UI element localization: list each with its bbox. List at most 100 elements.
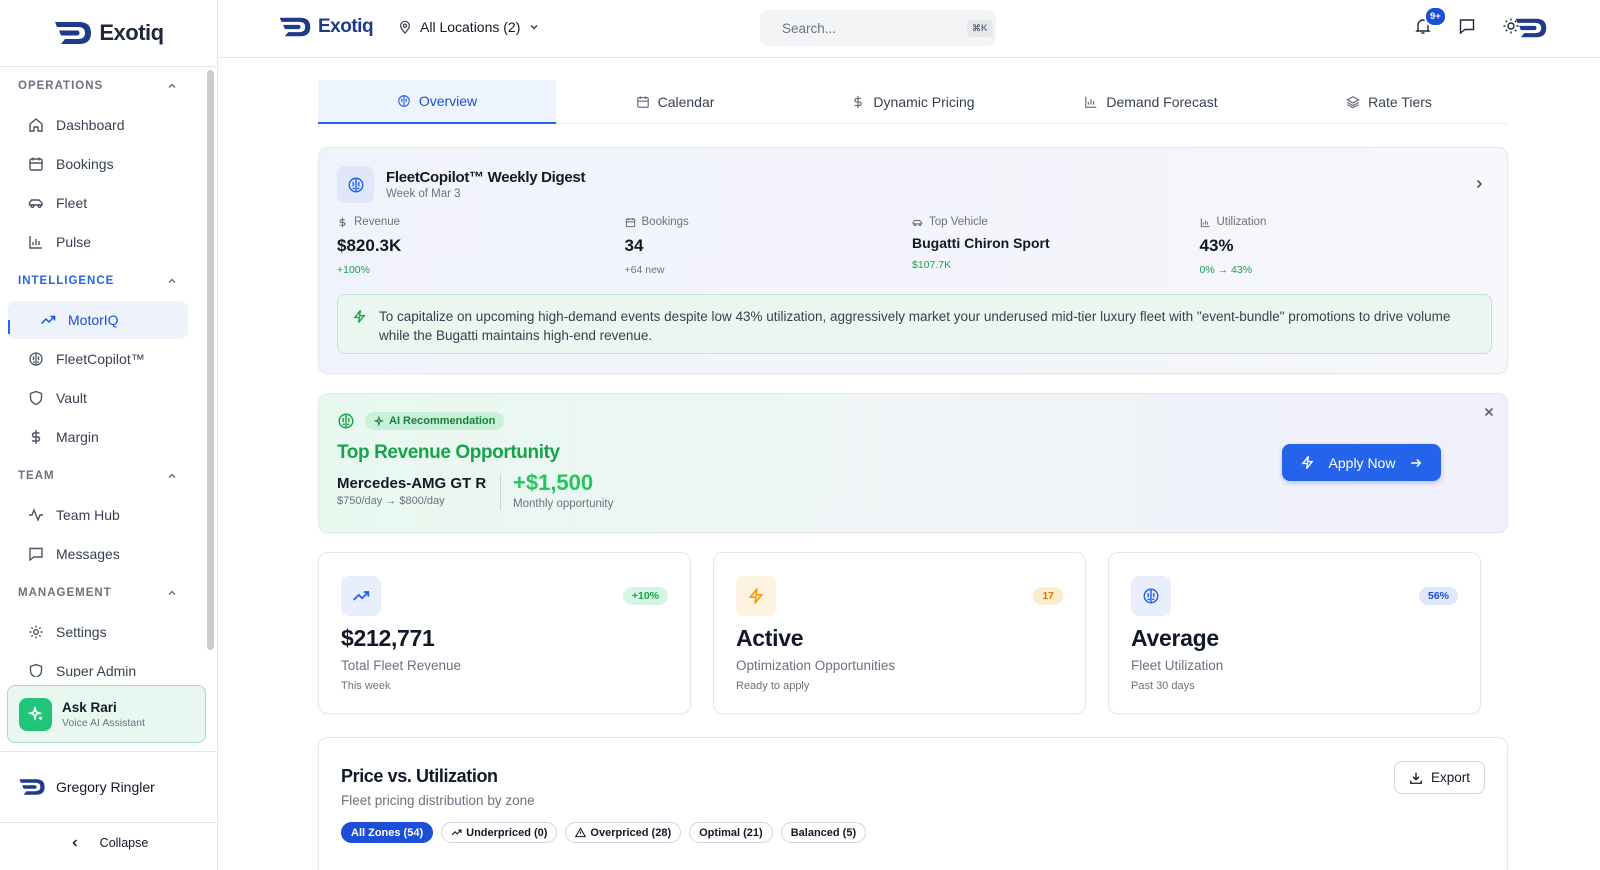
- collapse-button[interactable]: Collapse: [0, 836, 218, 850]
- tab-dynamic-pricing[interactable]: Dynamic Pricing: [794, 80, 1032, 124]
- tab-label: Calendar: [657, 94, 715, 110]
- section-team[interactable]: TEAM: [0, 457, 218, 495]
- export-button[interactable]: Export: [1394, 761, 1485, 794]
- sidebar-item-bookings[interactable]: Bookings: [8, 145, 188, 183]
- user-name: Gregory Ringler: [56, 779, 155, 795]
- exotiq-logo-icon: [1515, 18, 1547, 38]
- sidebar-item-fleet[interactable]: Fleet: [8, 184, 188, 222]
- sidebar-item-motoriq[interactable]: MotorIQ: [8, 301, 188, 339]
- brand-name: Exotiq: [318, 16, 374, 37]
- assistant-title: Ask Rari: [62, 699, 117, 715]
- section-subtitle: Fleet pricing distribution by zone: [341, 793, 535, 808]
- reco-vehicle: Mercedes-AMG GT R $750/day → $800/day: [337, 475, 486, 507]
- warning-icon: [575, 827, 587, 838]
- sidebar-logo[interactable]: Exotiq: [0, 0, 217, 67]
- zap-icon: [353, 309, 366, 324]
- sidebar-item-fleetcopilot[interactable]: FleetCopilot™: [8, 340, 188, 378]
- sparkle-icon: [19, 697, 52, 731]
- sidebar-item-vault[interactable]: Vault: [8, 379, 188, 417]
- search-bar[interactable]: ⌘K: [760, 10, 996, 46]
- sidebar-item-label: Team Hub: [56, 507, 120, 523]
- gear-icon: [29, 625, 43, 639]
- filter-optimal[interactable]: Optimal (21): [689, 822, 773, 843]
- user-profile[interactable]: Gregory Ringler: [0, 751, 218, 823]
- badge-label: AI Recommendation: [389, 415, 496, 427]
- reco-header: AI Recommendation: [337, 412, 505, 430]
- tab-calendar[interactable]: Calendar: [556, 80, 794, 124]
- sidebar-item-settings[interactable]: Settings: [8, 613, 188, 651]
- trending-up-icon: [341, 576, 381, 616]
- section-label: TEAM: [18, 470, 55, 482]
- sidebar-item-margin[interactable]: Margin: [8, 418, 188, 456]
- filter-balanced[interactable]: Balanced (5): [780, 822, 867, 843]
- user-avatar-button[interactable]: [1514, 17, 1548, 39]
- ask-rari-button[interactable]: Ask Rari Voice AI Assistant: [7, 685, 206, 743]
- filter-all-zones[interactable]: All Zones (54): [341, 822, 434, 843]
- stat-label: Utilization: [1200, 216, 1488, 228]
- sidebar-item-label: Fleet: [56, 195, 88, 211]
- user-avatar-icon: [19, 779, 45, 795]
- tab-label: Rate Tiers: [1368, 94, 1432, 110]
- filter-overpriced[interactable]: Overpriced (28): [565, 822, 682, 843]
- tab-demand-forecast[interactable]: Demand Forecast: [1032, 80, 1270, 124]
- stat-note: $107.7K: [912, 259, 952, 271]
- button-label: Apply Now: [1328, 454, 1396, 471]
- chip-label: Overpriced (28): [590, 826, 672, 839]
- search-input[interactable]: [782, 20, 959, 36]
- dollar-icon: [31, 430, 41, 444]
- home-icon: [29, 118, 43, 132]
- tab-overview[interactable]: Overview: [318, 80, 556, 124]
- sidebar-item-super-admin[interactable]: Super Admin: [8, 652, 188, 677]
- notifications-button[interactable]: 9+: [1414, 6, 1447, 35]
- stat-top-vehicle: Top Vehicle Bugatti Chiron Sport $107.7K: [912, 216, 1200, 276]
- sidebar-scrollbar[interactable]: [207, 70, 214, 650]
- opportunity-amount: +$1,500: [513, 470, 594, 495]
- kpi-value: $212,771: [341, 625, 435, 651]
- sidebar-item-label: Pulse: [56, 234, 92, 250]
- tab-rate-tiers[interactable]: Rate Tiers: [1270, 80, 1508, 124]
- chip-label: Underpriced (0): [466, 826, 548, 839]
- close-icon[interactable]: [1483, 406, 1495, 418]
- stat-bookings: Bookings 34 +64 new: [625, 216, 913, 276]
- stat-note: 0% → 43%: [1199, 264, 1253, 276]
- collapse-label: Collapse: [99, 836, 149, 850]
- message-icon[interactable]: [1458, 17, 1476, 35]
- sidebar-item-messages[interactable]: Messages: [8, 535, 188, 573]
- sidebar-item-team-hub[interactable]: Team Hub: [8, 496, 188, 534]
- section-operations[interactable]: OPERATIONS: [0, 67, 218, 105]
- stat-note: +100%: [337, 264, 370, 276]
- kpi-card-utilization: 56% Average Fleet Utilization Past 30 da…: [1108, 552, 1481, 714]
- weekly-digest-card[interactable]: FleetCopilot™ Weekly Digest Week of Mar …: [318, 147, 1508, 374]
- sidebar-item-label: Dashboard: [56, 117, 125, 133]
- chevron-right-icon[interactable]: [1473, 178, 1485, 190]
- tab-label: Demand Forecast: [1106, 94, 1218, 110]
- header-logo[interactable]: Exotiq: [278, 16, 374, 38]
- location-selector[interactable]: All Locations (2): [398, 19, 540, 35]
- section-intelligence[interactable]: INTELLIGENCE: [0, 262, 218, 300]
- apply-now-button[interactable]: Apply Now: [1282, 444, 1441, 481]
- kpi-label: Optimization Opportunities: [736, 658, 896, 673]
- brand-name: Exotiq: [99, 20, 164, 45]
- stat-label: Top Vehicle: [912, 216, 1200, 228]
- car-icon: [28, 199, 43, 208]
- filter-underpriced[interactable]: Underpriced (0): [441, 822, 558, 843]
- bar-chart-icon: [29, 236, 42, 249]
- opportunity-label: Monthly opportunity: [513, 498, 614, 510]
- sparkle-icon: [374, 415, 385, 427]
- download-icon: [1410, 772, 1422, 784]
- calendar-icon: [29, 157, 43, 171]
- sidebar-item-pulse[interactable]: Pulse: [8, 223, 188, 261]
- assistant-subtitle: Voice AI Assistant: [62, 716, 145, 729]
- sidebar-item-dashboard[interactable]: Dashboard: [8, 106, 188, 144]
- kpi-sub: Ready to apply: [736, 680, 810, 692]
- chip-label: All Zones (54): [351, 826, 424, 839]
- dollar-icon: [339, 217, 346, 227]
- kpi-label: Fleet Utilization: [1131, 658, 1224, 673]
- section-management[interactable]: MANAGEMENT: [0, 574, 218, 612]
- car-icon: [912, 219, 923, 226]
- chevron-down-icon: [530, 24, 538, 30]
- exotiq-logo-icon: [279, 17, 311, 37]
- brain-icon: [29, 352, 43, 366]
- exotiq-logo-icon: [55, 22, 92, 44]
- main-content: Overview Calendar Dynamic Pricing Demand…: [218, 58, 1600, 870]
